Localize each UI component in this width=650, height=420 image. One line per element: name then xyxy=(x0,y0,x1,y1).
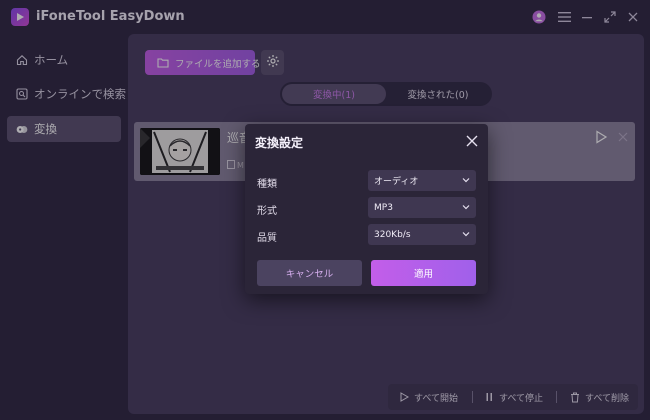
convert-settings-dialog: 変換設定 種類 オーディオ 形式 MP3 品質 320Kb/s キャンセル 適用 xyxy=(245,124,488,294)
quality-select[interactable]: 320Kb/s xyxy=(368,224,476,245)
cancel-button[interactable]: キャンセル xyxy=(257,260,362,286)
quality-label: 品質 xyxy=(257,233,277,244)
format-value: MP3 xyxy=(374,202,393,213)
type-value: オーディオ xyxy=(374,177,419,187)
chevron-down-icon xyxy=(461,202,471,212)
app-window: iFoneTool EasyDown ホーム オンラインで検索 変換 ファイルを… xyxy=(0,0,650,420)
format-select[interactable]: MP3 xyxy=(368,197,476,218)
chevron-down-icon xyxy=(461,175,471,185)
close-icon[interactable] xyxy=(464,133,480,149)
type-label: 種類 xyxy=(257,179,277,190)
apply-button[interactable]: 適用 xyxy=(371,260,476,286)
dialog-title: 変換設定 xyxy=(255,136,304,150)
quality-value: 320Kb/s xyxy=(374,229,411,240)
type-select[interactable]: オーディオ xyxy=(368,170,476,191)
chevron-down-icon xyxy=(461,229,471,239)
format-label: 形式 xyxy=(257,206,277,217)
